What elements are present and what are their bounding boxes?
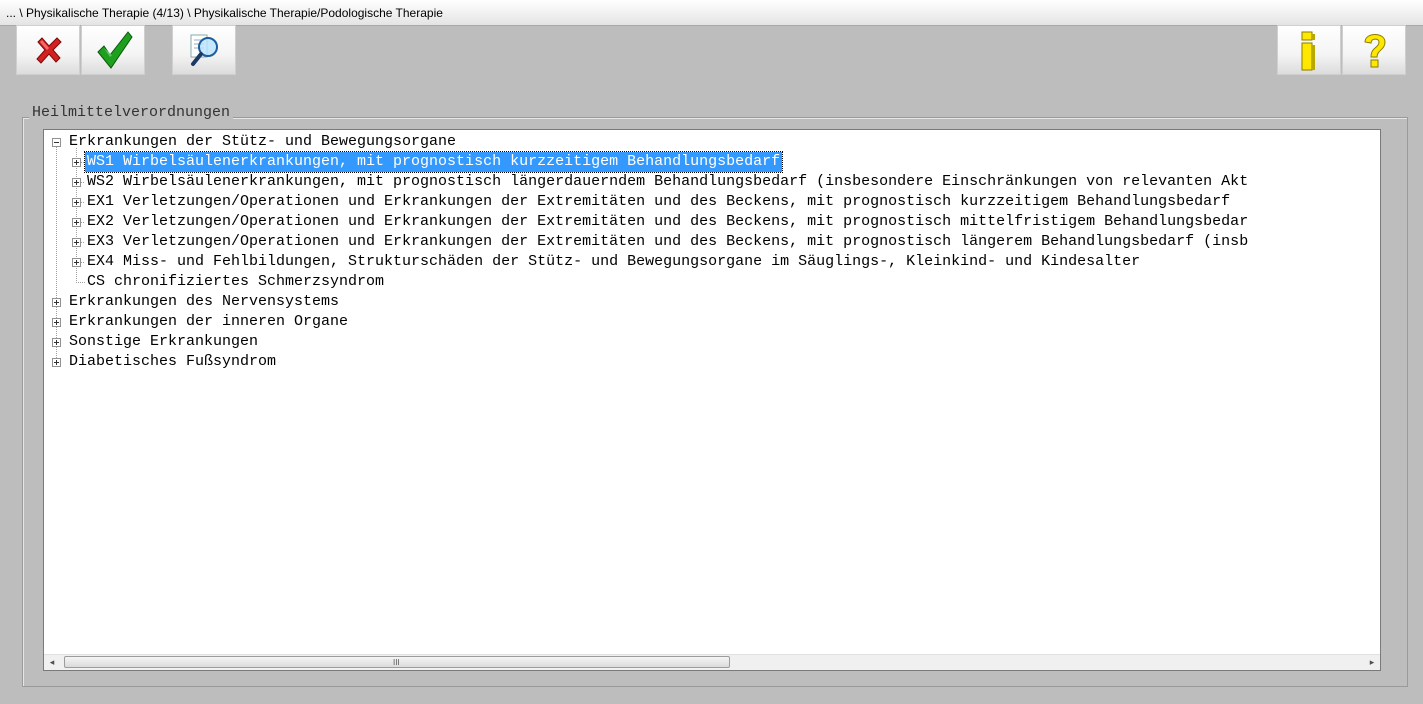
green-check-icon [97,31,133,69]
horizontal-scrollbar[interactable]: ◂ III ▸ [44,654,1380,670]
expand-icon[interactable] [72,198,81,207]
magnifier-icon [190,34,218,66]
tree-node-ex2[interactable]: EX2 Verletzungen/Operationen und Erkrank… [44,212,1380,232]
tree-node-ex4[interactable]: EX4 Miss- und Fehlbildungen, Struktursch… [44,252,1380,272]
tree-view[interactable]: Erkrankungen der Stütz- und Bewegungsorg… [44,130,1380,654]
expand-icon[interactable] [72,258,81,267]
tree-node-label: EX2 Verletzungen/Operationen und Erkrank… [87,213,1249,230]
tree-node-label: EX3 Verletzungen/Operationen und Erkrank… [87,233,1249,250]
tree-node-ex3[interactable]: EX3 Verletzungen/Operationen und Erkrank… [44,232,1380,252]
expand-icon[interactable] [72,218,81,227]
search-button[interactable] [172,25,236,75]
tree-node-sonstige[interactable]: Sonstige Erkrankungen [44,332,1380,352]
tree-node-label: Erkrankungen des Nervensystems [69,293,340,310]
tree-node-ex1[interactable]: EX1 Verletzungen/Operationen und Erkrank… [44,192,1380,212]
expand-icon[interactable] [72,238,81,247]
scrollbar-grip: III [393,658,400,667]
tree-node-label: EX1 Verletzungen/Operationen und Erkrank… [87,193,1231,210]
red-x-icon [36,37,62,64]
cancel-button[interactable] [16,25,80,75]
tree-node-ws2[interactable]: WS2 Wirbelsäulenerkrankungen, mit progno… [44,172,1380,192]
tree-node-nervensystem[interactable]: Erkrankungen des Nervensystems [44,292,1380,312]
tree-node-ws1[interactable]: WS1 Wirbelsäulenerkrankungen, mit progno… [44,151,1380,173]
tree-node-stuetz-bewegungsorgane[interactable]: Erkrankungen der Stütz- und Bewegungsorg… [44,132,1380,152]
window-title: ... \ Physikalische Therapie (4/13) \ Ph… [6,6,443,20]
expand-icon[interactable] [72,158,81,167]
tree-connector [76,282,85,283]
tree-node-cs[interactable]: CS chronifiziertes Schmerzsyndrom [44,272,1380,292]
expand-icon[interactable] [52,358,61,367]
expand-icon[interactable] [72,178,81,187]
expand-icon[interactable] [52,338,61,347]
tree-node-label: WS2 Wirbelsäulenerkrankungen, mit progno… [87,173,1249,190]
tree-node-diabetisch[interactable]: Diabetisches Fußsyndrom [44,352,1380,372]
tree-node-label: Sonstige Erkrankungen [69,333,259,350]
question-icon [1364,34,1386,68]
tree-node-label: Diabetisches Fußsyndrom [69,353,277,370]
title-bar: ... \ Physikalische Therapie (4/13) \ Ph… [0,0,1423,26]
expand-icon[interactable] [52,318,61,327]
tree-node-label: Erkrankungen der Stütz- und Bewegungsorg… [69,133,457,150]
expand-icon[interactable] [52,298,61,307]
ok-button[interactable] [81,25,145,75]
info-button[interactable] [1277,25,1341,75]
scroll-right-icon[interactable]: ▸ [1364,655,1380,670]
tree-node-label: WS1 Wirbelsäulenerkrankungen, mit progno… [83,151,784,173]
tree-node-label: CS chronifiziertes Schmerzsyndrom [87,273,385,290]
scrollbar-thumb[interactable]: III [64,656,730,668]
tree-node-innere-organe[interactable]: Erkrankungen der inneren Organe [44,312,1380,332]
group-label: Heilmittelverordnungen [29,104,234,121]
help-button[interactable] [1342,25,1406,75]
scroll-left-icon[interactable]: ◂ [44,655,60,670]
tree-node-label: EX4 Miss- und Fehlbildungen, Struktursch… [87,253,1141,270]
tree-node-label: Erkrankungen der inneren Organe [69,313,349,330]
collapse-icon[interactable] [52,138,61,147]
info-icon [1301,31,1315,71]
